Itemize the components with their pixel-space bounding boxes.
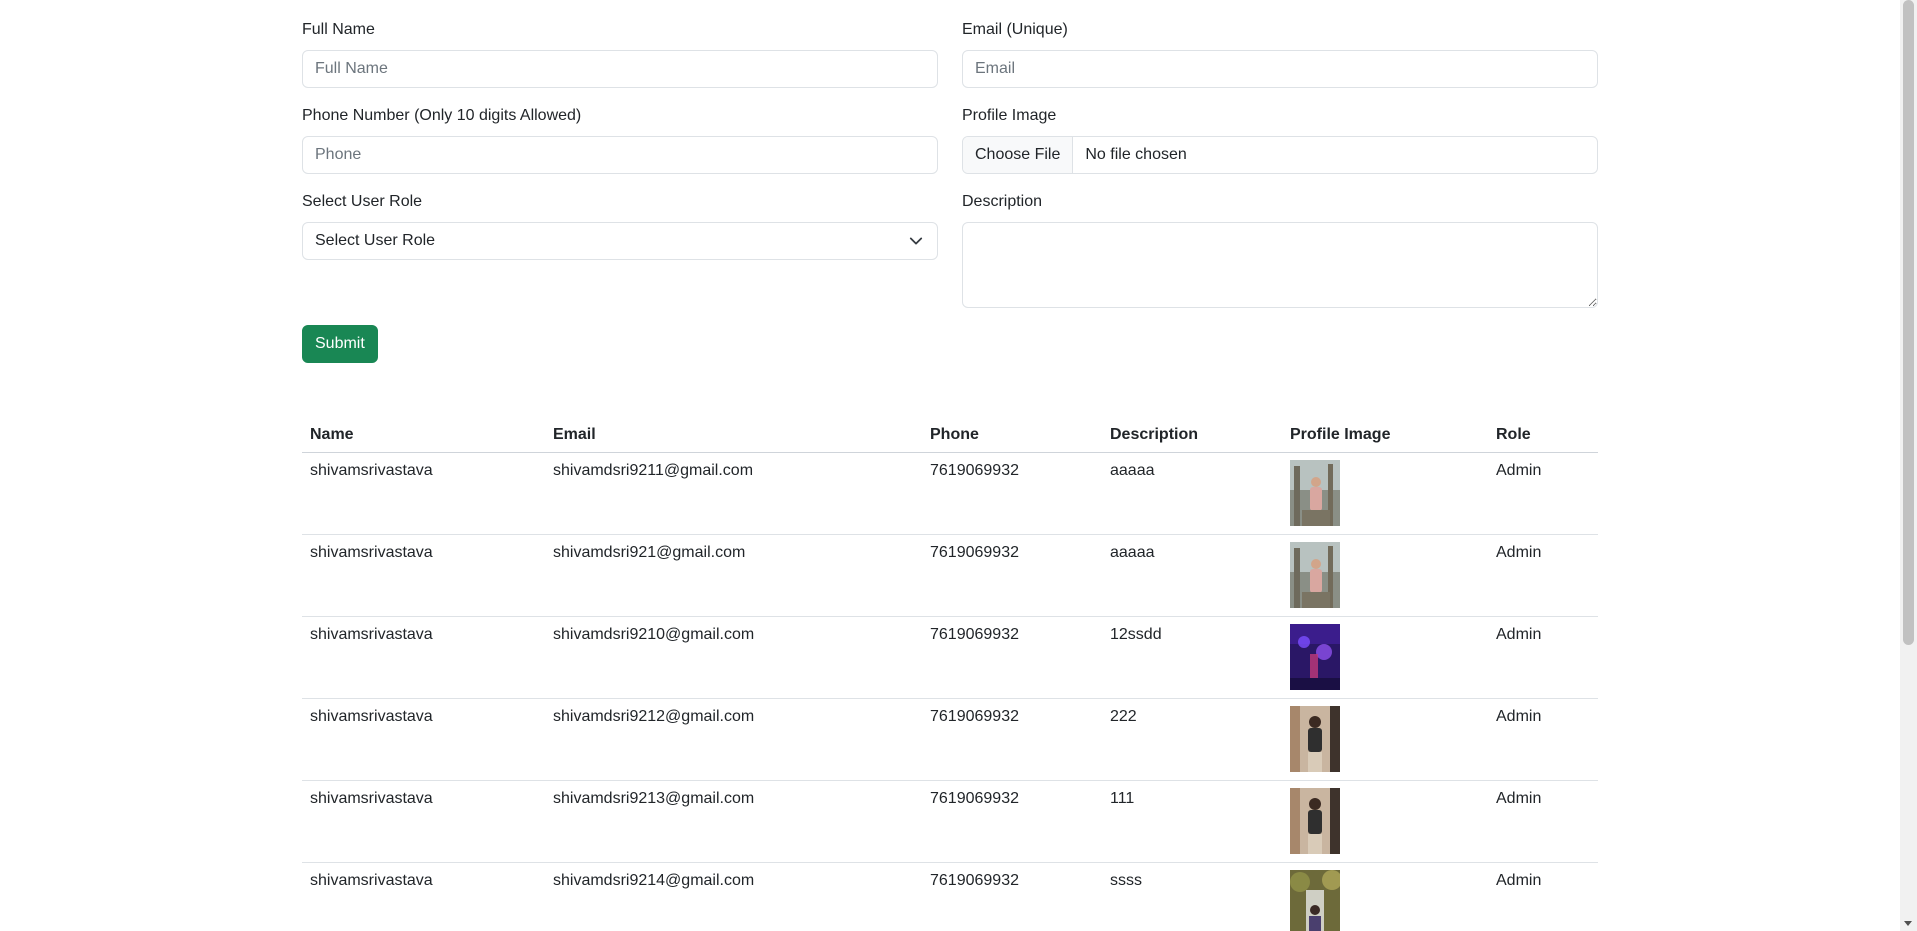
cell-profile-image [1282,452,1488,535]
table-row: shivamsrivastava shivamdsri921@gmail.com… [302,534,1598,617]
cell-email: shivamdsri9212@gmail.com [545,698,922,781]
full-name-label: Full Name [302,21,375,38]
role-label: Select User Role [302,193,423,210]
cell-profile-image [1282,534,1488,617]
role-select-value: Select User Role [315,232,436,249]
phone-input[interactable] [302,136,938,174]
cell-role: Admin [1488,698,1598,781]
user-form-container: Full Name Email (Unique) Phone Number (O… [302,0,1598,931]
description-textarea[interactable] [962,222,1598,308]
role-select[interactable]: Select User Role [302,222,938,260]
cell-name: shivamsrivastava [302,698,545,781]
cell-email: shivamdsri9211@gmail.com [545,452,922,535]
cell-email: shivamdsri9213@gmail.com [545,780,922,863]
cell-description: 222 [1102,698,1282,781]
cell-email: shivamdsri9214@gmail.com [545,862,922,931]
table-row: shivamsrivastava shivamdsri9211@gmail.co… [302,452,1598,535]
cell-role: Admin [1488,452,1598,535]
cell-description: 12ssdd [1102,616,1282,699]
header-name: Name [302,418,545,453]
cell-name: shivamsrivastava [302,452,545,535]
cell-name: shivamsrivastava [302,862,545,931]
cell-name: shivamsrivastava [302,616,545,699]
table-row: shivamsrivastava shivamdsri9214@gmail.co… [302,862,1598,931]
cell-description: aaaaa [1102,452,1282,535]
profile-thumbnail [1290,460,1340,526]
email-input[interactable] [962,50,1598,88]
cell-role: Admin [1488,616,1598,699]
cell-phone: 7619069932 [922,698,1102,781]
page: Full Name Email (Unique) Phone Number (O… [0,0,1917,931]
chevron-down-icon [909,237,923,245]
file-status-text: No file chosen [1085,146,1187,163]
cell-email: shivamdsri9210@gmail.com [545,616,922,699]
cell-phone: 7619069932 [922,616,1102,699]
header-role: Role [1488,418,1598,453]
cell-role: Admin [1488,862,1598,931]
description-label: Description [962,193,1043,210]
profile-thumbnail [1290,706,1340,772]
header-phone: Phone [922,418,1102,453]
profile-thumbnail [1290,542,1340,608]
header-description: Description [1102,418,1282,453]
cell-role: Admin [1488,534,1598,617]
full-name-input[interactable] [302,50,938,88]
cell-profile-image [1282,698,1488,781]
choose-file-button[interactable]: Choose File [963,137,1074,173]
header-profile-image: Profile Image [1282,418,1488,453]
cell-profile-image [1282,780,1488,863]
submit-button[interactable]: Submit [302,325,378,363]
cell-phone: 7619069932 [922,862,1102,931]
email-label: Email (Unique) [962,21,1068,38]
scroll-down-arrow-icon[interactable] [1904,921,1912,926]
cell-phone: 7619069932 [922,452,1102,535]
full-name-group: Full Name [302,20,938,106]
cell-name: shivamsrivastava [302,780,545,863]
role-group: Select User Role Select User Role [302,192,938,278]
description-group: Description [962,192,1598,308]
table-row: shivamsrivastava shivamdsri9213@gmail.co… [302,780,1598,863]
cell-role: Admin [1488,780,1598,863]
page-scrollbar[interactable] [1900,0,1917,931]
cell-phone: 7619069932 [922,780,1102,863]
header-email: Email [545,418,922,453]
phone-label: Phone Number (Only 10 digits Allowed) [302,107,582,124]
table-row: shivamsrivastava shivamdsri9212@gmail.co… [302,698,1598,781]
cell-description: 111 [1102,780,1282,863]
profile-image-label: Profile Image [962,107,1057,124]
profile-thumbnail [1290,870,1340,931]
table-header-row: Name Email Phone Description Profile Ima… [302,418,1598,453]
users-table: Name Email Phone Description Profile Ima… [302,418,1598,931]
profile-image-input[interactable]: Choose File No file chosen [962,136,1598,174]
cell-description: ssss [1102,862,1282,931]
cell-profile-image [1282,862,1488,931]
cell-phone: 7619069932 [922,534,1102,617]
scrollbar-thumb[interactable] [1903,0,1914,645]
email-group: Email (Unique) [962,20,1598,106]
cell-email: shivamdsri921@gmail.com [545,534,922,617]
profile-image-group: Profile Image Choose File No file chosen [962,106,1598,192]
profile-thumbnail [1290,788,1340,854]
user-form: Full Name Email (Unique) Phone Number (O… [302,0,1598,308]
cell-name: shivamsrivastava [302,534,545,617]
phone-group: Phone Number (Only 10 digits Allowed) [302,106,938,192]
cell-description: aaaaa [1102,534,1282,617]
table-row: shivamsrivastava shivamdsri9210@gmail.co… [302,616,1598,699]
profile-thumbnail [1290,624,1340,690]
cell-profile-image [1282,616,1488,699]
